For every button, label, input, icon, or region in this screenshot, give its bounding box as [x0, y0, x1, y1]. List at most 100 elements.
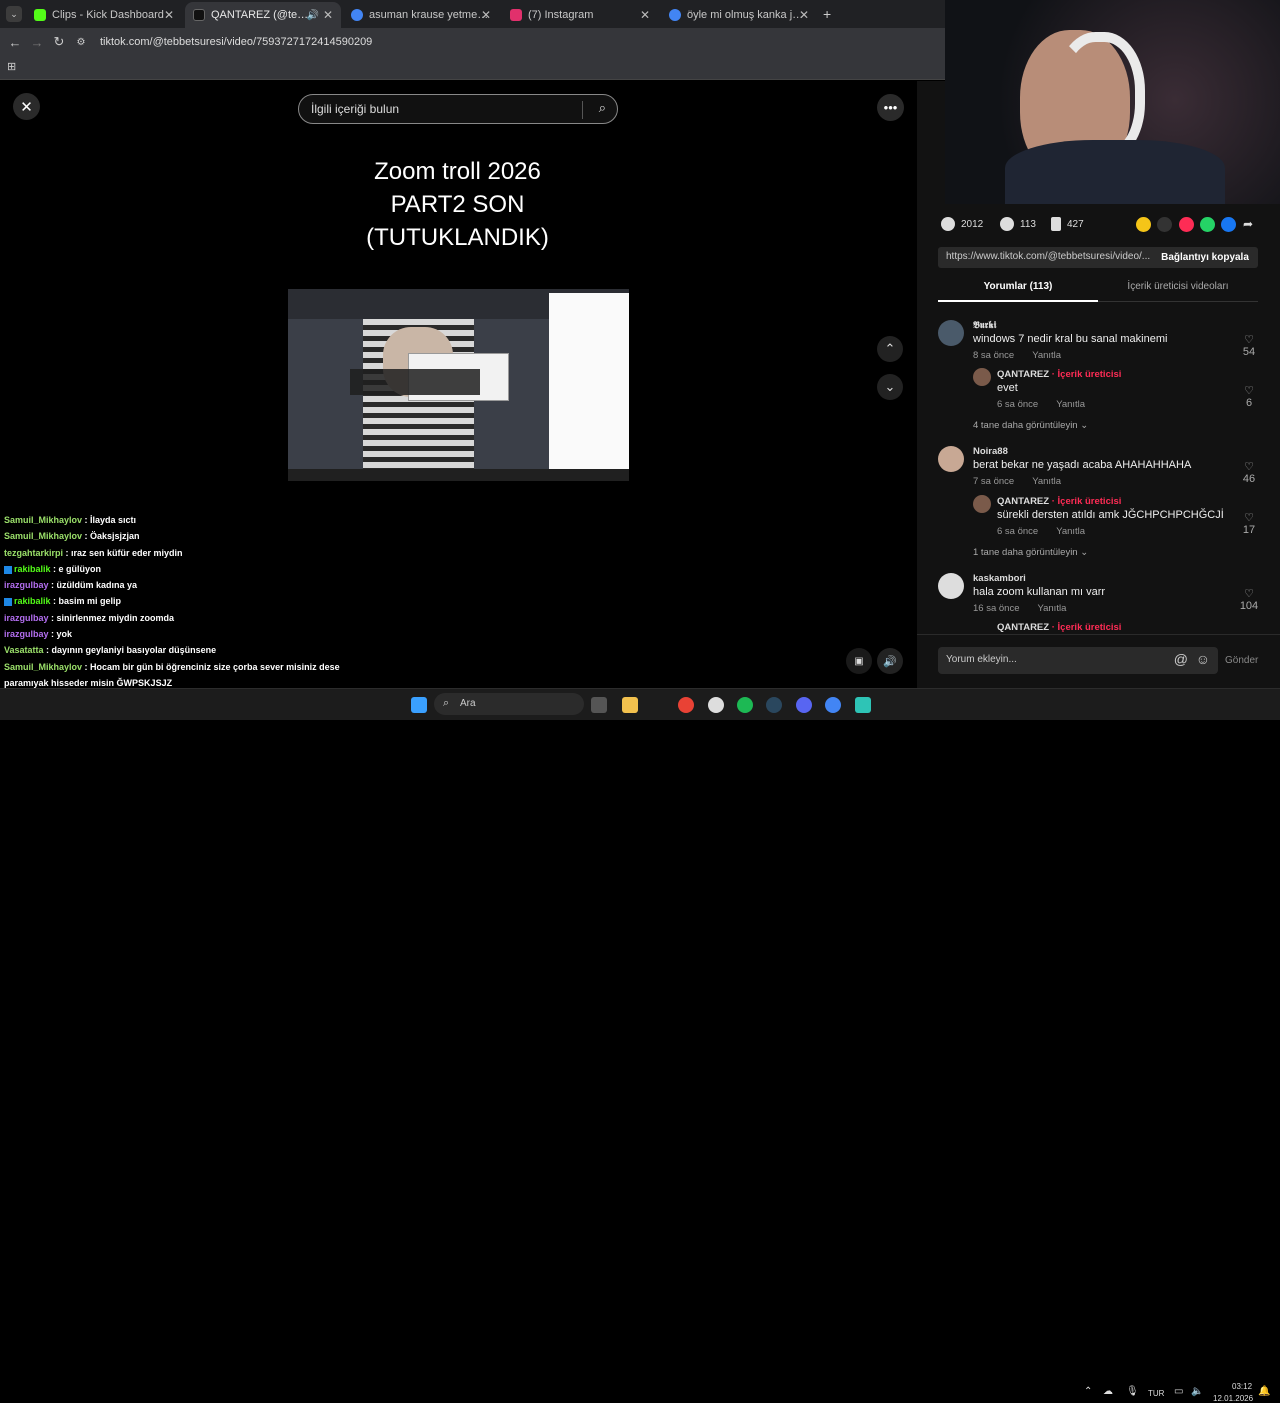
chat-username[interactable]: irazgulbay [4, 629, 49, 639]
avatar[interactable] [938, 446, 964, 472]
comment-author[interactable]: Noira88 [973, 446, 1233, 457]
reply-author[interactable]: QANTAREZ [997, 622, 1049, 633]
chat-username[interactable]: irazgulbay [4, 580, 49, 590]
reply-like[interactable]: ♡ 6 [1234, 384, 1264, 409]
taskbar-search[interactable]: ⌕ Ara [434, 693, 584, 715]
site-info-icon[interactable]: ⚙ [70, 37, 92, 48]
reply-author[interactable]: QANTAREZ [997, 496, 1049, 507]
search-icon[interactable]: ⌕ [599, 100, 606, 116]
reply-button[interactable]: Yanıtla [1032, 476, 1061, 487]
share-arrow-icon[interactable]: ➦ [1243, 217, 1258, 232]
tab-comments[interactable]: Yorumlar (113) [938, 281, 1098, 301]
close-icon[interactable]: ✕ [481, 8, 491, 22]
facebook-icon[interactable] [1221, 217, 1236, 232]
avatar[interactable] [938, 573, 964, 599]
caption-line: (TUTUKLANDIK) [366, 224, 549, 251]
comment-author[interactable]: kaskambori [973, 573, 1233, 584]
more-options-button[interactable]: ••• [877, 94, 904, 121]
avatar[interactable] [973, 368, 991, 386]
pip-button[interactable]: ▣ [846, 648, 872, 674]
chat-username[interactable]: irazgulbay [4, 613, 49, 623]
speaker-icon[interactable]: 🔊 [307, 10, 319, 21]
reply-button[interactable]: Yanıtla [1056, 526, 1085, 537]
back-icon[interactable]: ← [4, 35, 26, 50]
close-icon[interactable]: ✕ [799, 8, 809, 22]
steam-icon[interactable] [766, 697, 782, 713]
windows-start-icon[interactable] [411, 697, 427, 713]
send-icon[interactable] [1179, 217, 1194, 232]
notification-icon[interactable]: 🔔 [1258, 1386, 1270, 1397]
send-button[interactable]: Gönder [1225, 655, 1258, 666]
forward-icon[interactable]: → [26, 35, 48, 50]
new-tab-button[interactable]: + [823, 6, 831, 22]
chrome-icon[interactable] [678, 697, 694, 713]
reply-author[interactable]: QANTAREZ [997, 369, 1049, 380]
spotify-icon[interactable] [737, 697, 753, 713]
chat-text: yok [56, 629, 73, 640]
mention-icon[interactable]: @ [1174, 651, 1188, 667]
chat-username[interactable]: Samuil_Mikhaylov [4, 662, 82, 672]
language-indicator[interactable]: TUR [1148, 1389, 1164, 1398]
clock-time[interactable]: 03:12 [1232, 1382, 1252, 1391]
comment-like[interactable]: ♡ 104 [1234, 587, 1264, 612]
tray-chevron-icon[interactable]: ⌃ [1084, 1386, 1092, 1397]
apps-icon[interactable]: ⊞ [7, 60, 16, 73]
discord-icon[interactable] [796, 697, 812, 713]
chat-username[interactable]: Samuil_Mikhaylov [4, 515, 82, 525]
url-field[interactable]: tiktok.com/@tebbetsuresi/video/759372717… [100, 36, 372, 48]
comment-like[interactable]: ♡ 54 [1234, 333, 1264, 358]
folder-icon[interactable] [622, 697, 638, 713]
chat-username[interactable]: tezgahtarkirpi [4, 548, 63, 558]
tab-instagram[interactable]: (7) Instagram ✕ [502, 2, 658, 28]
chat-username[interactable]: Vasatatta [4, 645, 44, 655]
search-input[interactable]: İlgili içeriği bulun ⌕ [298, 94, 618, 124]
avatar[interactable] [973, 495, 991, 513]
reload-icon[interactable]: ↻ [48, 34, 70, 50]
mic-icon[interactable]: 🎙 [1126, 1386, 1139, 1397]
embed-icon[interactable] [1157, 217, 1172, 232]
save-count[interactable]: 427 [1051, 217, 1084, 231]
reply-button[interactable]: Yanıtla [1037, 603, 1066, 614]
close-video-button[interactable]: ✕ [13, 93, 40, 120]
next-video-button[interactable]: ⌄ [877, 374, 903, 400]
close-icon[interactable]: ✕ [323, 8, 333, 22]
close-icon[interactable]: ✕ [164, 8, 174, 22]
clock-date[interactable]: 12.01.2026 [1213, 1394, 1253, 1403]
view-more-replies[interactable]: 4 tane daha görüntüleyin ⌄ [973, 420, 1088, 431]
volume-button[interactable]: 🔊 [877, 648, 903, 674]
tab-creator-videos[interactable]: İçerik üreticisi videoları [1098, 281, 1258, 301]
reply-like[interactable]: ♡ 17 [1234, 511, 1264, 536]
comment-count[interactable]: 113 [1000, 217, 1036, 231]
reply-button[interactable]: Yanıtla [1032, 350, 1061, 361]
chat-username[interactable]: rakibalik [14, 564, 51, 574]
previous-video-button[interactable]: ⌃ [877, 336, 903, 362]
volume-icon[interactable]: 🔈 [1191, 1386, 1203, 1397]
reply-button[interactable]: Yanıtla [1056, 399, 1085, 410]
repost-icon[interactable] [1136, 217, 1151, 232]
file-manager-icon[interactable] [591, 697, 607, 713]
comment-like[interactable]: ♡ 46 [1234, 460, 1264, 485]
chat-username[interactable]: rakibalik [14, 596, 51, 606]
network-icon[interactable]: ☁ [1103, 1386, 1113, 1397]
close-icon[interactable]: ✕ [640, 8, 650, 22]
emoji-icon[interactable]: ☺ [1196, 651, 1210, 667]
tab-tiktok[interactable]: QANTAREZ (@tebbetsuresi) 🔊 ✕ [185, 2, 341, 28]
chat-username[interactable]: Samuil_Mikhaylov [4, 531, 82, 541]
notepad-icon[interactable] [855, 697, 871, 713]
display-icon[interactable]: ▭ [1174, 1386, 1183, 1397]
comment-author[interactable]: 𝕭𝖚𝖗𝖐𝖎 [973, 320, 1233, 331]
tab-google-1[interactable]: asuman krause yetmez ama - G ✕ [343, 2, 499, 28]
tab-google-2[interactable]: öyle mi olmuş kanka jahrein - G ✕ [661, 2, 817, 28]
github-icon[interactable] [708, 697, 724, 713]
view-more-replies[interactable]: 1 tane daha görüntüleyin ⌄ [973, 547, 1088, 558]
tab-search-icon[interactable]: ⌄ [6, 6, 22, 22]
comment-time: 8 sa önce [973, 350, 1015, 361]
chrome-active-icon[interactable] [825, 697, 841, 713]
avatar[interactable] [938, 320, 964, 346]
heart-icon [941, 217, 955, 231]
whatsapp-icon[interactable] [1200, 217, 1215, 232]
comment-input[interactable]: Yorum ekleyin... @ ☺ [938, 647, 1218, 674]
like-count[interactable]: 2012 [941, 217, 983, 231]
tab-kick[interactable]: Clips - Kick Dashboard ✕ [26, 2, 182, 28]
copy-link-button[interactable]: Bağlantıyı kopyala [1153, 247, 1257, 268]
